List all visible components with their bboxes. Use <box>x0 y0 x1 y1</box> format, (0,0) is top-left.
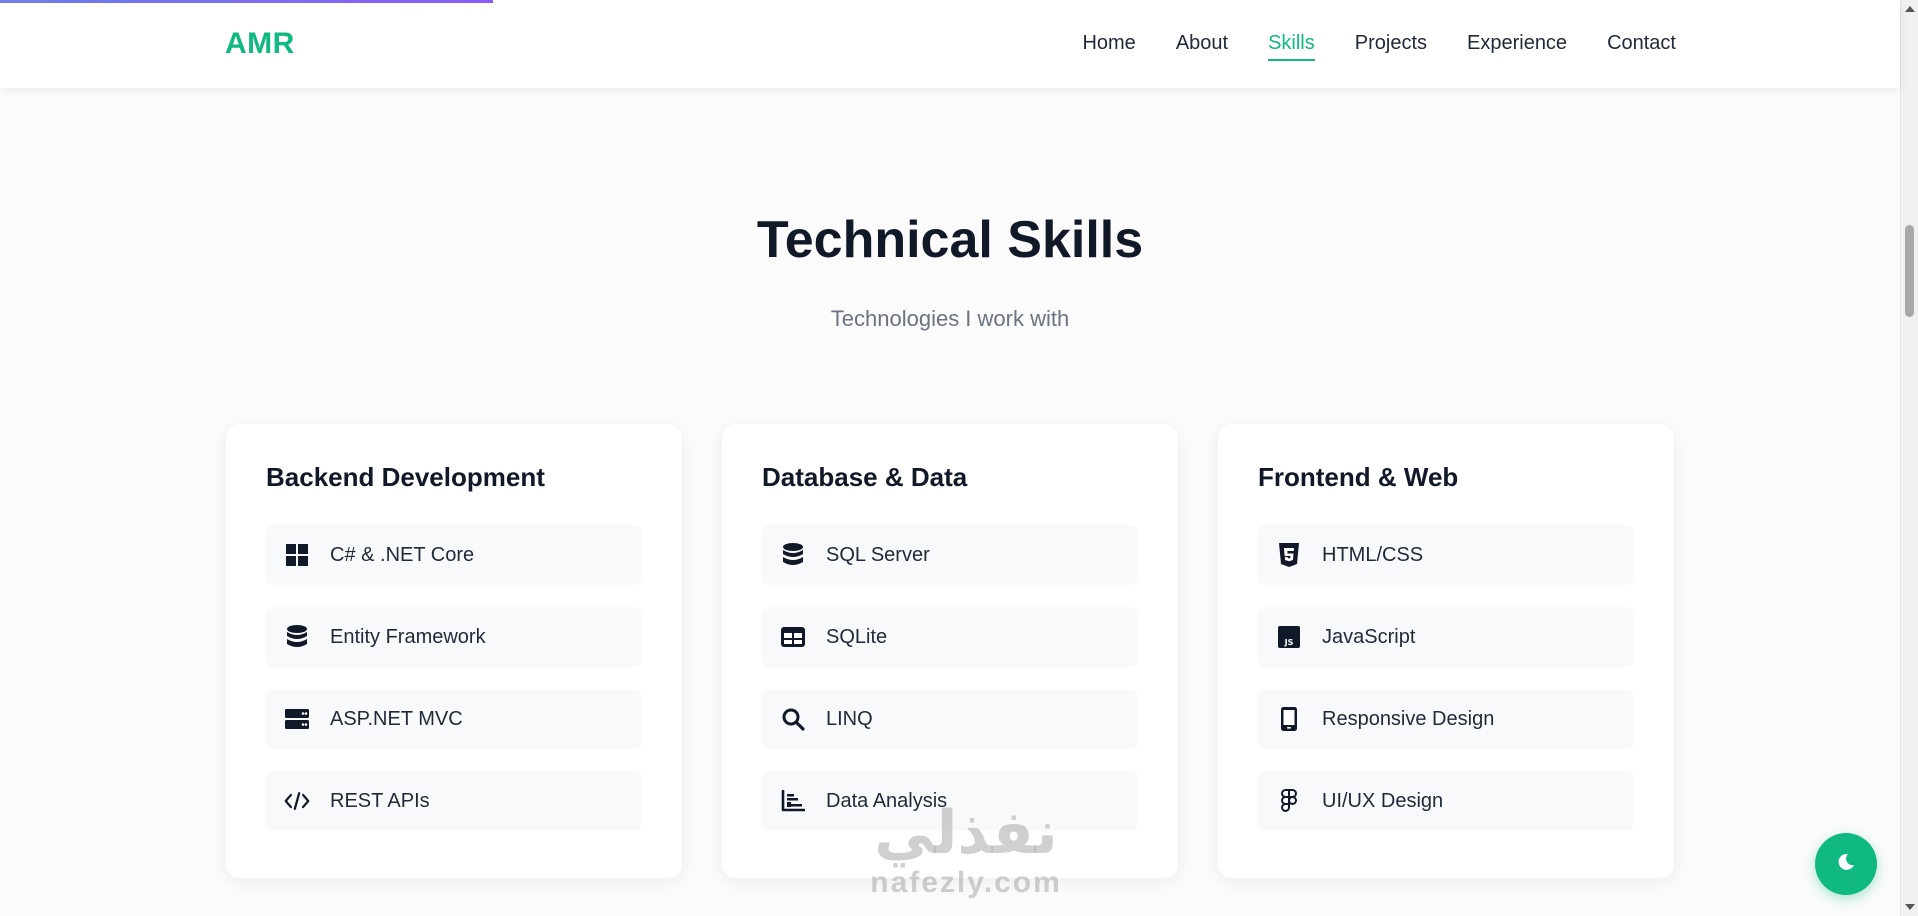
windows-icon <box>284 542 310 568</box>
skills-cards: Backend Development C# & .NET Core Entit… <box>226 424 1674 878</box>
scroll-progress-bar <box>0 0 493 3</box>
js-icon: JS <box>1276 624 1302 650</box>
skill-label: ASP.NET MVC <box>330 707 463 730</box>
section-subtitle: Technologies I work with <box>830 306 1070 331</box>
skill-label: Data Analysis <box>826 789 948 812</box>
code-icon <box>284 788 310 814</box>
card-title: Backend Development <box>266 462 545 492</box>
skill-item: JS JavaScript <box>1258 607 1634 667</box>
search-icon <box>780 706 806 732</box>
html5-icon <box>1276 542 1302 568</box>
skill-item: SQLite <box>762 607 1138 667</box>
svg-text:JS: JS <box>1284 638 1294 647</box>
skill-item: SQL Server <box>762 525 1138 585</box>
scrollbar-thumb[interactable] <box>1905 225 1914 317</box>
database-icon <box>284 624 310 650</box>
nav-projects[interactable]: Projects <box>1355 32 1427 61</box>
skill-item: C# & .NET Core <box>266 525 642 585</box>
logo[interactable]: AMR <box>225 27 295 61</box>
database-icon <box>780 542 806 568</box>
skill-card-database: Database & Data SQL Server SQLite LINQ D… <box>722 424 1178 878</box>
skill-item: LINQ <box>762 689 1138 749</box>
skill-label: SQL Server <box>826 543 930 566</box>
scroll-up-arrow-icon[interactable] <box>1905 6 1915 12</box>
chart-bar-icon <box>780 788 806 814</box>
site-header: AMR Home About Skills Projects Experienc… <box>0 0 1900 88</box>
nav-skills[interactable]: Skills <box>1268 32 1315 61</box>
skill-label: REST APIs <box>330 789 430 812</box>
skill-label: JavaScript <box>1322 625 1416 648</box>
nav-home[interactable]: Home <box>1082 32 1135 61</box>
server-icon <box>284 706 310 732</box>
table-icon <box>780 624 806 650</box>
skill-label: C# & .NET Core <box>330 543 475 566</box>
mobile-icon <box>1276 706 1302 732</box>
skill-label: Entity Framework <box>330 625 486 648</box>
nav-about[interactable]: About <box>1176 32 1228 61</box>
skill-label: UI/UX Design <box>1322 789 1444 812</box>
nav-contact[interactable]: Contact <box>1607 32 1676 61</box>
card-title: Database & Data <box>762 462 968 492</box>
skill-card-backend: Backend Development C# & .NET Core Entit… <box>226 424 682 878</box>
skill-label: HTML/CSS <box>1322 543 1424 566</box>
skill-label: LINQ <box>826 707 873 730</box>
section-title: Technical Skills <box>756 211 1144 269</box>
figma-icon <box>1276 788 1302 814</box>
main-nav: Home About Skills Projects Experience Co… <box>1082 32 1676 61</box>
skill-label: Responsive Design <box>1322 707 1495 730</box>
skill-item: ASP.NET MVC <box>266 689 642 749</box>
skill-card-frontend: Frontend & Web HTML/CSS JS JavaScript Re… <box>1218 424 1674 878</box>
skill-item: Entity Framework <box>266 607 642 667</box>
skill-item: HTML/CSS <box>1258 525 1634 585</box>
skill-item: Data Analysis <box>762 771 1138 831</box>
scroll-down-arrow-icon[interactable] <box>1905 904 1915 910</box>
skill-item: REST APIs <box>266 771 642 831</box>
theme-toggle-button[interactable] <box>1815 833 1877 895</box>
skill-label: SQLite <box>826 625 888 648</box>
scrollbar[interactable] <box>1900 0 1918 916</box>
nav-experience[interactable]: Experience <box>1467 32 1567 61</box>
skill-item: UI/UX Design <box>1258 771 1634 831</box>
skill-item: Responsive Design <box>1258 689 1634 749</box>
moon-icon <box>1837 853 1855 876</box>
card-title: Frontend & Web <box>1258 462 1459 492</box>
